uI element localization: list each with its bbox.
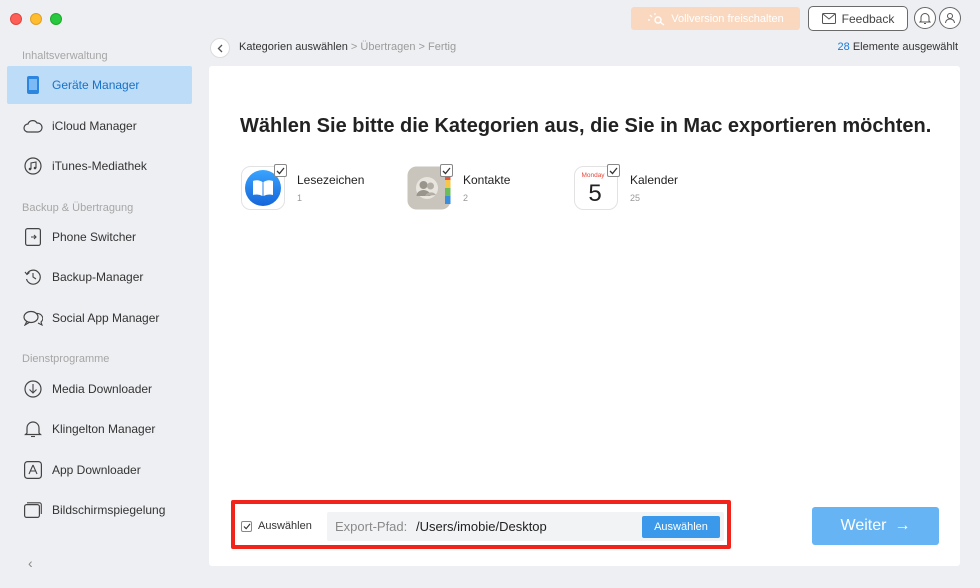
breadcrumb-separator: >: [347, 41, 361, 53]
bell-icon: [919, 12, 931, 24]
sidebar-item-label: Geräte Manager: [52, 78, 140, 92]
category-bookmarks[interactable]: Lesezeichen 1: [241, 164, 365, 210]
feedback-button[interactable]: Feedback: [808, 6, 908, 31]
choose-path-button[interactable]: Auswählen: [642, 516, 720, 538]
collapse-sidebar-button[interactable]: ‹: [28, 555, 33, 571]
category-count: 1: [297, 193, 303, 203]
bell-icon: [23, 419, 43, 439]
sidebar-item-screen-mirroring[interactable]: Bildschirmspiegelung: [7, 491, 192, 529]
sidebar-item-device-manager[interactable]: Geräte Manager: [7, 66, 192, 104]
sidebar-item-backup-manager[interactable]: Backup-Manager: [7, 258, 192, 296]
selected-count-suffix: Elemente ausgewählt: [849, 41, 958, 53]
checkmark-icon: [442, 167, 451, 174]
sidebar-item-label: Backup-Manager: [52, 270, 144, 284]
sidebar-item-itunes-library[interactable]: iTunes-Mediathek: [7, 147, 192, 185]
contacts-icon: [407, 164, 453, 210]
checkmark-icon: [609, 167, 618, 174]
sidebar: Inhaltsverwaltung Geräte Manager iCloud …: [0, 40, 200, 588]
chevron-left-icon: ‹: [28, 555, 33, 571]
category-calendar[interactable]: Monday 5 Kalender 25: [574, 164, 679, 210]
sparkle-key-icon: [648, 12, 665, 26]
category-count: 25: [630, 193, 641, 203]
category-count: 2: [463, 193, 469, 203]
category-checkbox[interactable]: [607, 164, 620, 177]
category-label: Kontakte: [463, 173, 511, 187]
breadcrumb-step-select-categories: Kategorien auswählen: [239, 41, 348, 53]
feedback-label: Feedback: [841, 11, 895, 26]
checkmark-icon: [276, 167, 285, 174]
sidebar-item-label: iCloud Manager: [52, 119, 137, 133]
calendar-day-name: Monday: [581, 172, 605, 179]
category-contacts[interactable]: Kontakte 2: [407, 164, 511, 210]
export-path-field[interactable]: Export-Pfad: /Users/imobie/Desktop Auswä…: [327, 512, 724, 541]
mail-icon: [821, 13, 836, 24]
window-controls: [10, 13, 62, 25]
close-window-button[interactable]: [10, 13, 22, 25]
breadcrumb-step-done: Fertig: [428, 41, 457, 53]
unlock-full-version-button[interactable]: Vollversion freischalten: [631, 7, 800, 30]
arrow-right-icon: →: [894, 517, 911, 534]
selected-items-count: 28 Elemente ausgewählt: [838, 41, 958, 53]
export-path-label: Export-Pfad:: [335, 519, 408, 534]
download-icon: [23, 379, 43, 399]
sidebar-item-phone-switcher[interactable]: Phone Switcher: [7, 218, 192, 256]
chat-icon: [23, 308, 43, 328]
music-icon: [23, 156, 43, 176]
unlock-full-version-label: Vollversion freischalten: [671, 12, 784, 25]
sidebar-section-title: Backup & Übertragung: [22, 202, 134, 214]
app-store-icon: [23, 460, 43, 480]
select-all-label[interactable]: Auswählen: [258, 520, 312, 532]
breadcrumb-separator: >: [415, 41, 428, 53]
sidebar-item-ringtone-manager[interactable]: Klingelton Manager: [7, 410, 192, 448]
phone-switch-icon: [23, 227, 43, 247]
next-button-label: Weiter: [840, 517, 887, 534]
mirror-icon: [23, 500, 43, 520]
sidebar-item-app-downloader[interactable]: App Downloader: [7, 451, 192, 489]
sidebar-item-label: App Downloader: [52, 463, 141, 477]
sidebar-item-icloud-manager[interactable]: iCloud Manager: [7, 107, 192, 145]
category-label: Lesezeichen: [297, 173, 365, 187]
breadcrumb: Kategorien auswählen > Übertragen > Fert…: [239, 41, 456, 53]
sidebar-section-title: Inhaltsverwaltung: [22, 50, 108, 62]
account-button[interactable]: [939, 7, 961, 29]
zoom-window-button[interactable]: [50, 13, 62, 25]
breadcrumb-bar: Kategorien auswählen > Übertragen > Fert…: [210, 38, 970, 58]
calendar-day-number: 5: [588, 180, 601, 207]
minimize-window-button[interactable]: [30, 13, 42, 25]
category-checkbox[interactable]: [440, 164, 453, 177]
next-button[interactable]: Weiter →: [812, 507, 939, 545]
sidebar-section-title: Dienstprogramme: [22, 353, 110, 365]
sidebar-item-social-app-manager[interactable]: Social App Manager: [7, 299, 192, 337]
back-button[interactable]: [210, 38, 230, 58]
cloud-icon: [23, 116, 43, 136]
sidebar-item-label: Bildschirmspiegelung: [52, 503, 166, 517]
sidebar-item-label: Media Downloader: [52, 382, 153, 396]
page-title: Wählen Sie bitte die Kategorien aus, die…: [240, 115, 932, 137]
ibooks-icon: [241, 164, 287, 210]
category-label: Kalender: [630, 173, 679, 187]
main-panel: Wählen Sie bitte die Kategorien aus, die…: [209, 66, 960, 566]
sidebar-item-label: Klingelton Manager: [52, 422, 156, 436]
sidebar-item-label: Phone Switcher: [52, 230, 137, 244]
export-path-value: /Users/imobie/Desktop: [416, 519, 547, 534]
user-icon: [945, 13, 955, 24]
sidebar-item-label: iTunes-Mediathek: [52, 159, 147, 173]
checkmark-icon: [243, 523, 251, 530]
selected-count-number: 28: [837, 41, 850, 53]
sidebar-item-media-downloader[interactable]: Media Downloader: [7, 370, 192, 408]
backup-clock-icon: [23, 267, 43, 287]
breadcrumb-step-transfer: Übertragen: [360, 41, 416, 53]
notifications-button[interactable]: [914, 7, 936, 29]
phone-icon: [23, 75, 43, 95]
sidebar-item-label: Social App Manager: [52, 311, 160, 325]
chevron-left-icon: [217, 44, 223, 52]
select-all-checkbox[interactable]: [241, 521, 252, 532]
category-checkbox[interactable]: [274, 164, 287, 177]
calendar-icon: Monday 5: [574, 164, 620, 210]
